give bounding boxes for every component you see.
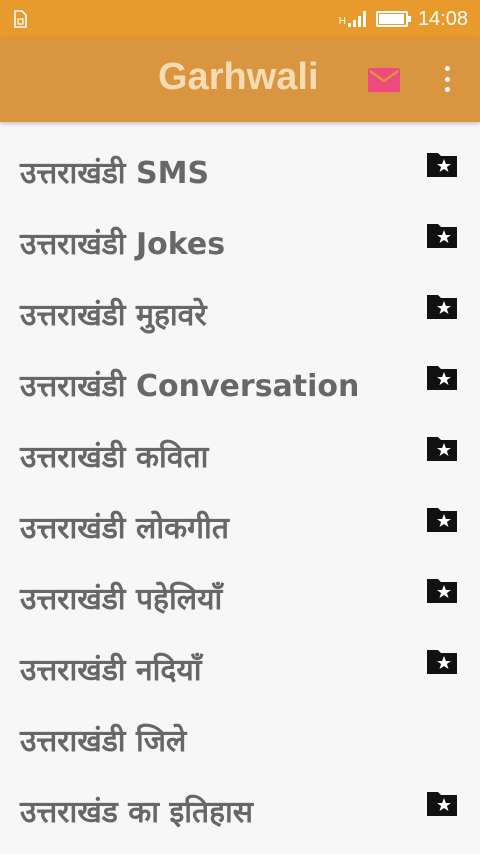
list-item-sms[interactable]: उत्तराखंडी SMS	[0, 136, 480, 207]
sim-card-icon	[14, 10, 27, 28]
clock: 14:08	[417, 7, 468, 30]
list-item-label: उत्तराखंडी नदियाँ	[20, 653, 202, 688]
app-title: Garhwali	[158, 56, 319, 98]
status-bar: H 14:08	[0, 0, 480, 38]
folder-star-icon	[427, 295, 457, 319]
battery-icon	[375, 11, 411, 27]
network-type-label: H	[338, 16, 346, 27]
list-item-label: उत्तराखंडी लोकगीत	[20, 511, 229, 546]
folder-star-icon	[427, 366, 457, 390]
list-item-label: उत्तराखंडी Jokes	[20, 227, 226, 262]
list-item-lokgeet[interactable]: उत्तराखंडी लोकगीत	[0, 491, 480, 562]
folder-star-icon	[427, 508, 457, 532]
folder-star-icon	[427, 153, 457, 177]
list-item-label: उत्तराखंडी SMS	[20, 156, 210, 191]
status-left	[12, 10, 28, 28]
mail-icon[interactable]	[368, 68, 400, 92]
folder-star-icon	[427, 650, 457, 674]
list-item-kavita[interactable]: उत्तराखंडी कविता	[0, 420, 480, 491]
list-item-label: उत्तराखंडी जिले	[20, 724, 187, 759]
list-item-nadiyan[interactable]: उत्तराखंडी नदियाँ	[0, 633, 480, 704]
app-toolbar: Garhwali	[0, 38, 480, 122]
list-item-conversation[interactable]: उत्तराखंडी Conversation	[0, 349, 480, 420]
list-item-paheliyan[interactable]: उत्तराखंडी पहेलियाँ	[0, 562, 480, 633]
more-vert-icon[interactable]	[436, 62, 458, 96]
list-item-jokes[interactable]: उत्तराखंडी Jokes	[0, 207, 480, 278]
status-right: H 14:08	[339, 8, 468, 31]
list-item-jile[interactable]: उत्तराखंडी जिले	[0, 704, 480, 775]
list-item-label: उत्तराखंडी कविता	[20, 440, 209, 475]
list-item-label: उत्तराखंडी मुहावरे	[20, 298, 207, 333]
folder-star-icon	[427, 437, 457, 461]
folder-star-icon	[427, 792, 457, 816]
category-list: उत्तराखंडी SMS उत्तराखंडी Jokes उत्तराखं…	[0, 122, 480, 846]
signal-icon: H	[339, 11, 366, 27]
list-item-itihas[interactable]: उत्तराखंड का इतिहास	[0, 775, 480, 846]
list-item-label: उत्तराखंड का इतिहास	[20, 795, 254, 830]
list-item-label: उत्तराखंडी Conversation	[20, 369, 360, 404]
folder-star-icon	[427, 224, 457, 248]
list-item-muhavare[interactable]: उत्तराखंडी मुहावरे	[0, 278, 480, 349]
list-item-label: उत्तराखंडी पहेलियाँ	[20, 582, 223, 617]
folder-star-icon	[427, 579, 457, 603]
